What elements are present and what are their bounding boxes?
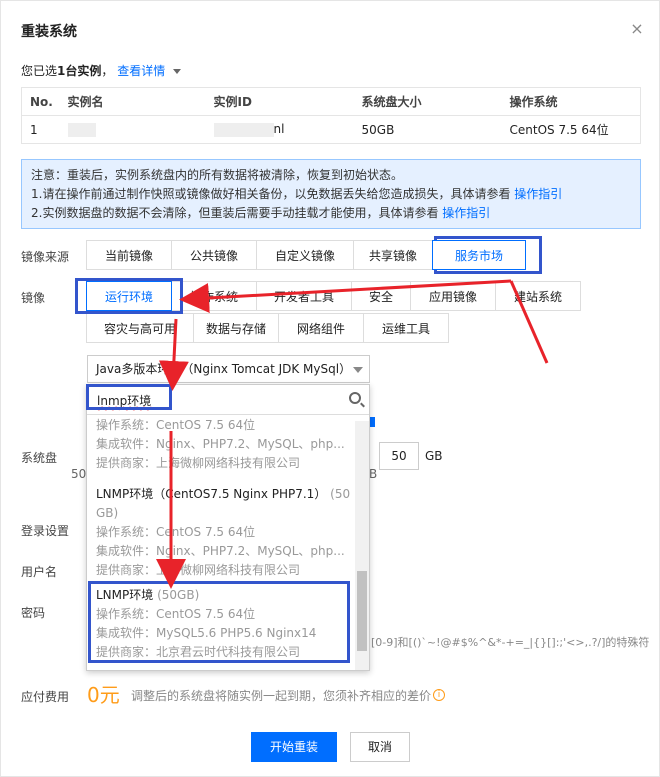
arrow-to-search (158, 318, 189, 391)
annotation-arrows (156, 279, 549, 589)
tab-runtime-env[interactable]: 运行环境 (86, 281, 172, 311)
arrow-to-runtime-tab (179, 279, 512, 313)
tab-marketplace[interactable]: 服务市场 (432, 240, 526, 270)
arrow-to-runtime (509, 280, 549, 364)
reinstall-dialog: 重装系统 × 您已选1台实例， 查看详情 No. 实例名 实例ID 系统盘大小 … (0, 0, 660, 777)
